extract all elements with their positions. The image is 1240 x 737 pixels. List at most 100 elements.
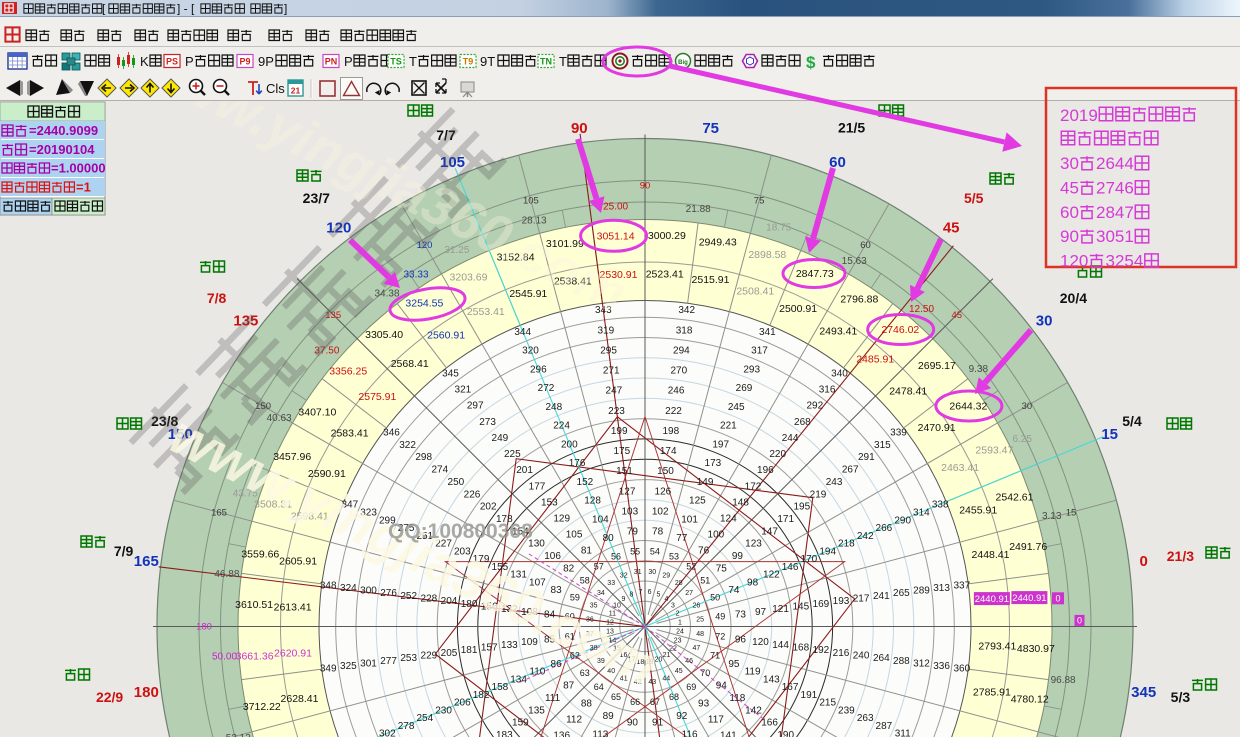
svg-text:314: 314 bbox=[913, 508, 930, 519]
svg-text:180: 180 bbox=[134, 684, 159, 701]
svg-text:196: 196 bbox=[757, 465, 774, 476]
svg-text:110: 110 bbox=[529, 667, 545, 678]
svg-text:229: 229 bbox=[421, 651, 438, 662]
svg-text:6.25: 6.25 bbox=[1012, 434, 1032, 445]
svg-text:46.88: 46.88 bbox=[214, 569, 239, 580]
svg-text:322: 322 bbox=[399, 440, 416, 451]
svg-text:300: 300 bbox=[360, 586, 377, 597]
svg-text:56: 56 bbox=[611, 552, 621, 562]
svg-text:318: 318 bbox=[676, 325, 693, 336]
svg-text:320: 320 bbox=[522, 346, 539, 357]
svg-text:295: 295 bbox=[600, 346, 617, 357]
svg-text:55: 55 bbox=[630, 546, 640, 556]
svg-text:271: 271 bbox=[603, 366, 620, 377]
svg-text:71: 71 bbox=[710, 651, 720, 661]
svg-text:339: 339 bbox=[890, 428, 907, 439]
svg-text:7: 7 bbox=[638, 589, 642, 596]
svg-text:116: 116 bbox=[682, 730, 698, 737]
svg-text:96: 96 bbox=[735, 635, 747, 646]
svg-text:120: 120 bbox=[752, 637, 769, 648]
svg-text:193: 193 bbox=[833, 596, 850, 607]
svg-text:340: 340 bbox=[831, 369, 848, 380]
svg-text:111: 111 bbox=[545, 693, 561, 704]
svg-text:194: 194 bbox=[819, 546, 836, 557]
svg-text:9P: 9P bbox=[258, 54, 274, 69]
svg-text:7/9: 7/9 bbox=[114, 543, 134, 559]
svg-text:244: 244 bbox=[782, 433, 799, 444]
svg-text:92: 92 bbox=[676, 711, 688, 722]
svg-text:134: 134 bbox=[510, 674, 527, 685]
svg-text:345: 345 bbox=[1131, 684, 1156, 701]
svg-text:6: 6 bbox=[648, 589, 652, 596]
svg-text:0: 0 bbox=[1055, 594, 1060, 604]
svg-text:50: 50 bbox=[710, 593, 720, 603]
svg-text:73: 73 bbox=[735, 609, 747, 620]
svg-text:239: 239 bbox=[838, 705, 855, 716]
svg-text:2605.91: 2605.91 bbox=[279, 556, 317, 568]
svg-text:0: 0 bbox=[1077, 616, 1082, 626]
svg-text:3559.66: 3559.66 bbox=[241, 548, 279, 560]
svg-text:20/4: 20/4 bbox=[1060, 290, 1087, 306]
svg-text:180: 180 bbox=[196, 622, 212, 633]
svg-text:T9: T9 bbox=[463, 57, 474, 67]
svg-text:248: 248 bbox=[545, 402, 562, 413]
svg-text:23/7: 23/7 bbox=[303, 190, 330, 206]
svg-text:99: 99 bbox=[732, 551, 744, 562]
svg-text:3.13: 3.13 bbox=[1042, 511, 1062, 522]
svg-text:135: 135 bbox=[528, 705, 545, 716]
svg-text:2847.73: 2847.73 bbox=[796, 268, 834, 280]
svg-text:67: 67 bbox=[650, 697, 660, 707]
svg-text:145: 145 bbox=[792, 602, 809, 613]
svg-text:15: 15 bbox=[1066, 508, 1077, 519]
svg-text:30: 30 bbox=[1036, 312, 1053, 329]
svg-text:2796.88: 2796.88 bbox=[840, 293, 878, 305]
svg-text:218: 218 bbox=[838, 539, 855, 550]
svg-text:48: 48 bbox=[696, 631, 704, 638]
svg-text:2898.58: 2898.58 bbox=[748, 249, 786, 261]
svg-text:206: 206 bbox=[454, 698, 471, 709]
svg-text:2455.91: 2455.91 bbox=[959, 504, 997, 516]
svg-text:60: 60 bbox=[860, 240, 871, 251]
svg-text:3254.55: 3254.55 bbox=[405, 298, 443, 310]
svg-text:7/8: 7/8 bbox=[207, 290, 227, 306]
svg-text:82: 82 bbox=[563, 563, 575, 574]
svg-text:195: 195 bbox=[793, 502, 810, 513]
svg-text:337: 337 bbox=[953, 580, 970, 591]
svg-text:15.63: 15.63 bbox=[842, 256, 867, 267]
svg-text:47: 47 bbox=[693, 645, 701, 652]
svg-text:225: 225 bbox=[504, 449, 521, 460]
svg-text:4: 4 bbox=[665, 596, 669, 603]
svg-text:264: 264 bbox=[873, 653, 890, 664]
svg-text:29: 29 bbox=[662, 573, 670, 580]
svg-text:T: T bbox=[409, 54, 417, 69]
svg-text:2019: 2019 bbox=[1060, 106, 1098, 125]
svg-text:158: 158 bbox=[492, 682, 509, 693]
svg-text:=20190104: =20190104 bbox=[29, 142, 95, 157]
svg-text:27: 27 bbox=[685, 590, 693, 597]
svg-text:348: 348 bbox=[320, 580, 337, 591]
svg-text:21/3: 21/3 bbox=[1167, 548, 1194, 564]
svg-text:215: 215 bbox=[819, 698, 836, 709]
svg-text:21/5: 21/5 bbox=[838, 120, 865, 136]
svg-text:2568.41: 2568.41 bbox=[391, 358, 429, 370]
svg-text:12.50: 12.50 bbox=[909, 304, 934, 315]
svg-text:165: 165 bbox=[134, 553, 159, 570]
svg-text:176: 176 bbox=[569, 458, 586, 469]
svg-text:2491.76: 2491.76 bbox=[1009, 541, 1047, 553]
svg-text:4830.97: 4830.97 bbox=[1017, 643, 1055, 655]
svg-text:2542.61: 2542.61 bbox=[996, 492, 1034, 504]
svg-text:45: 45 bbox=[952, 310, 963, 321]
svg-text:33: 33 bbox=[607, 580, 615, 587]
svg-text:294: 294 bbox=[673, 346, 690, 357]
svg-text:54: 54 bbox=[650, 546, 660, 556]
svg-text:2508.41: 2508.41 bbox=[736, 286, 774, 298]
svg-text:346: 346 bbox=[383, 428, 400, 439]
svg-text:324: 324 bbox=[340, 583, 357, 594]
svg-text:25: 25 bbox=[696, 617, 704, 624]
svg-text:199: 199 bbox=[611, 426, 628, 437]
svg-text:86: 86 bbox=[551, 659, 563, 670]
svg-text:T: T bbox=[559, 54, 567, 69]
svg-text:341: 341 bbox=[759, 327, 776, 338]
svg-text:217: 217 bbox=[853, 594, 870, 605]
svg-text:22: 22 bbox=[669, 645, 677, 652]
